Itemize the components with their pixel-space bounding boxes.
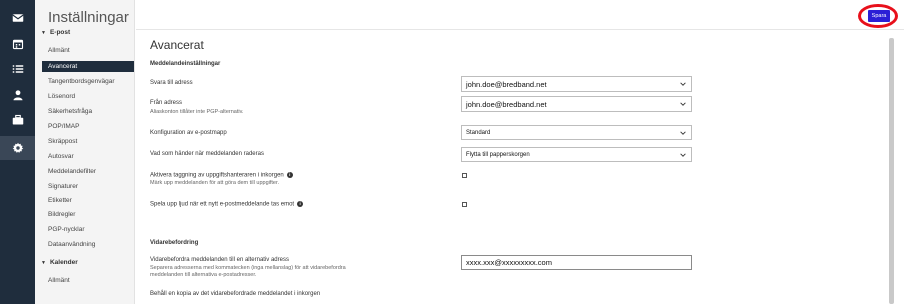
contacts-nav-button[interactable] (0, 83, 35, 107)
message-settings-heading: Meddelandeinställningar (150, 61, 221, 67)
caret-down-icon: ▼ (41, 29, 46, 36)
forward-to-label: Vidarebefordra meddelanden till en alter… (150, 257, 289, 263)
sidebar-item-avancerat[interactable]: Avancerat (42, 61, 134, 72)
calendar-nav-button[interactable] (0, 32, 35, 56)
sidebar-item-meddelandefilter[interactable]: Meddelandefilter (42, 166, 134, 177)
sidebar-item-tangentbordsgenvagar[interactable]: Tangentbordsgenvägar (42, 76, 134, 87)
settings-nav-button[interactable] (0, 136, 35, 160)
info-icon[interactable]: i (286, 172, 293, 178)
contact-icon (13, 90, 22, 101)
reply-to-label: Svara till adress (150, 80, 193, 86)
reply-to-value: john.doe@bredband.net (466, 79, 547, 89)
sidebar-item-etiketter[interactable]: Etiketter (42, 195, 134, 206)
briefcase-nav-button[interactable] (0, 108, 35, 132)
email-section-header[interactable]: ▼ E-post (41, 29, 70, 36)
mail-nav-button[interactable] (0, 6, 35, 30)
sidebar-item-dataanvandning[interactable]: Dataanvändning (42, 239, 134, 250)
folder-config-select[interactable]: Standard (461, 125, 692, 140)
settings-title: Inställningar (48, 9, 129, 26)
on-delete-select[interactable]: Flytta till papperskorgen (461, 147, 692, 162)
settings-sidebar: Inställningar ▼ E-post Allmänt Avancerat… (35, 0, 135, 304)
chevron-down-icon (678, 79, 688, 89)
task-tagging-row: Aktivera taggning av uppgiftshanteraren … (150, 172, 293, 179)
save-button[interactable]: Spara (868, 10, 890, 22)
play-sound-checkbox[interactable] (462, 202, 467, 207)
chevron-down-icon (678, 150, 688, 160)
forward-to-input[interactable] (461, 255, 692, 270)
from-address-select[interactable]: john.doe@bredband.net (461, 96, 692, 112)
mail-icon (11, 14, 24, 22)
scrollbar[interactable] (889, 38, 894, 304)
sidebar-item-allmant[interactable]: Allmänt (42, 45, 134, 56)
calendar-section-label: Kalender (49, 259, 78, 266)
sidebar-item-pop-imap[interactable]: POP/IMAP (42, 121, 134, 132)
sidebar-item-kalender-allmant[interactable]: Allmänt (42, 275, 134, 286)
caret-down-icon: ▼ (41, 259, 46, 266)
folder-config-value: Standard (466, 129, 491, 136)
from-address-hint: Aliaskonton tillåter inte PGP-alternativ… (150, 109, 244, 115)
forward-to-hint-line2: meddelanden till alternativa e-postadres… (150, 272, 257, 278)
list-icon (12, 65, 23, 73)
chevron-down-icon (678, 99, 688, 109)
keep-copy-label: Behåll en kopia av det vidarebefordrade … (150, 291, 321, 297)
sidebar-item-signaturer[interactable]: Signaturer (42, 181, 134, 192)
on-delete-value: Flytta till papperskorgen (466, 151, 530, 158)
tasks-nav-button[interactable] (0, 57, 35, 81)
sidebar-item-losenord[interactable]: Lösenord (42, 91, 134, 102)
task-tagging-label: Aktivera taggning av uppgiftshanteraren … (150, 172, 284, 179)
sidebar-item-autosvar[interactable]: Autosvar (42, 151, 134, 162)
calendar-icon (12, 39, 23, 50)
from-address-value: john.doe@bredband.net (466, 99, 547, 109)
briefcase-icon (12, 114, 23, 125)
folder-config-label: Konfiguration av e-postmapp (150, 130, 227, 136)
forwarding-heading: Vidarebefordring (150, 240, 199, 246)
app-navigation-rail (0, 0, 35, 304)
reply-to-select[interactable]: john.doe@bredband.net (461, 76, 692, 92)
sidebar-item-skrappost[interactable]: Skräppost (42, 136, 134, 147)
email-section-label: E-post (49, 29, 71, 36)
sidebar-item-bildregler[interactable]: Bildregler (42, 209, 134, 220)
task-tagging-hint: Märk upp meddelanden för att göra dem ti… (150, 180, 280, 186)
page-title: Avancerat (150, 38, 204, 52)
sidebar-item-sakerhetsfraga[interactable]: Säkerhetsfråga (42, 106, 134, 117)
play-sound-row: Spela upp ljud när ett nytt e-postmeddel… (150, 201, 304, 208)
play-sound-label: Spela upp ljud när ett nytt e-postmeddel… (150, 201, 295, 208)
on-delete-label: Vad som händer när meddelanden raderas (150, 151, 264, 157)
forward-to-hint-line1: Separera adresserna med kommatecken (ing… (150, 265, 346, 271)
calendar-section-header[interactable]: ▼ Kalender (41, 259, 78, 266)
gear-icon (12, 142, 23, 153)
chevron-down-icon (678, 128, 688, 138)
top-bar (136, 0, 904, 30)
info-icon[interactable]: i (297, 201, 304, 207)
sidebar-item-pgp-nycklar[interactable]: PGP-nycklar (42, 224, 134, 235)
task-tagging-checkbox[interactable] (462, 173, 467, 178)
from-address-label: Från adress (150, 100, 183, 106)
